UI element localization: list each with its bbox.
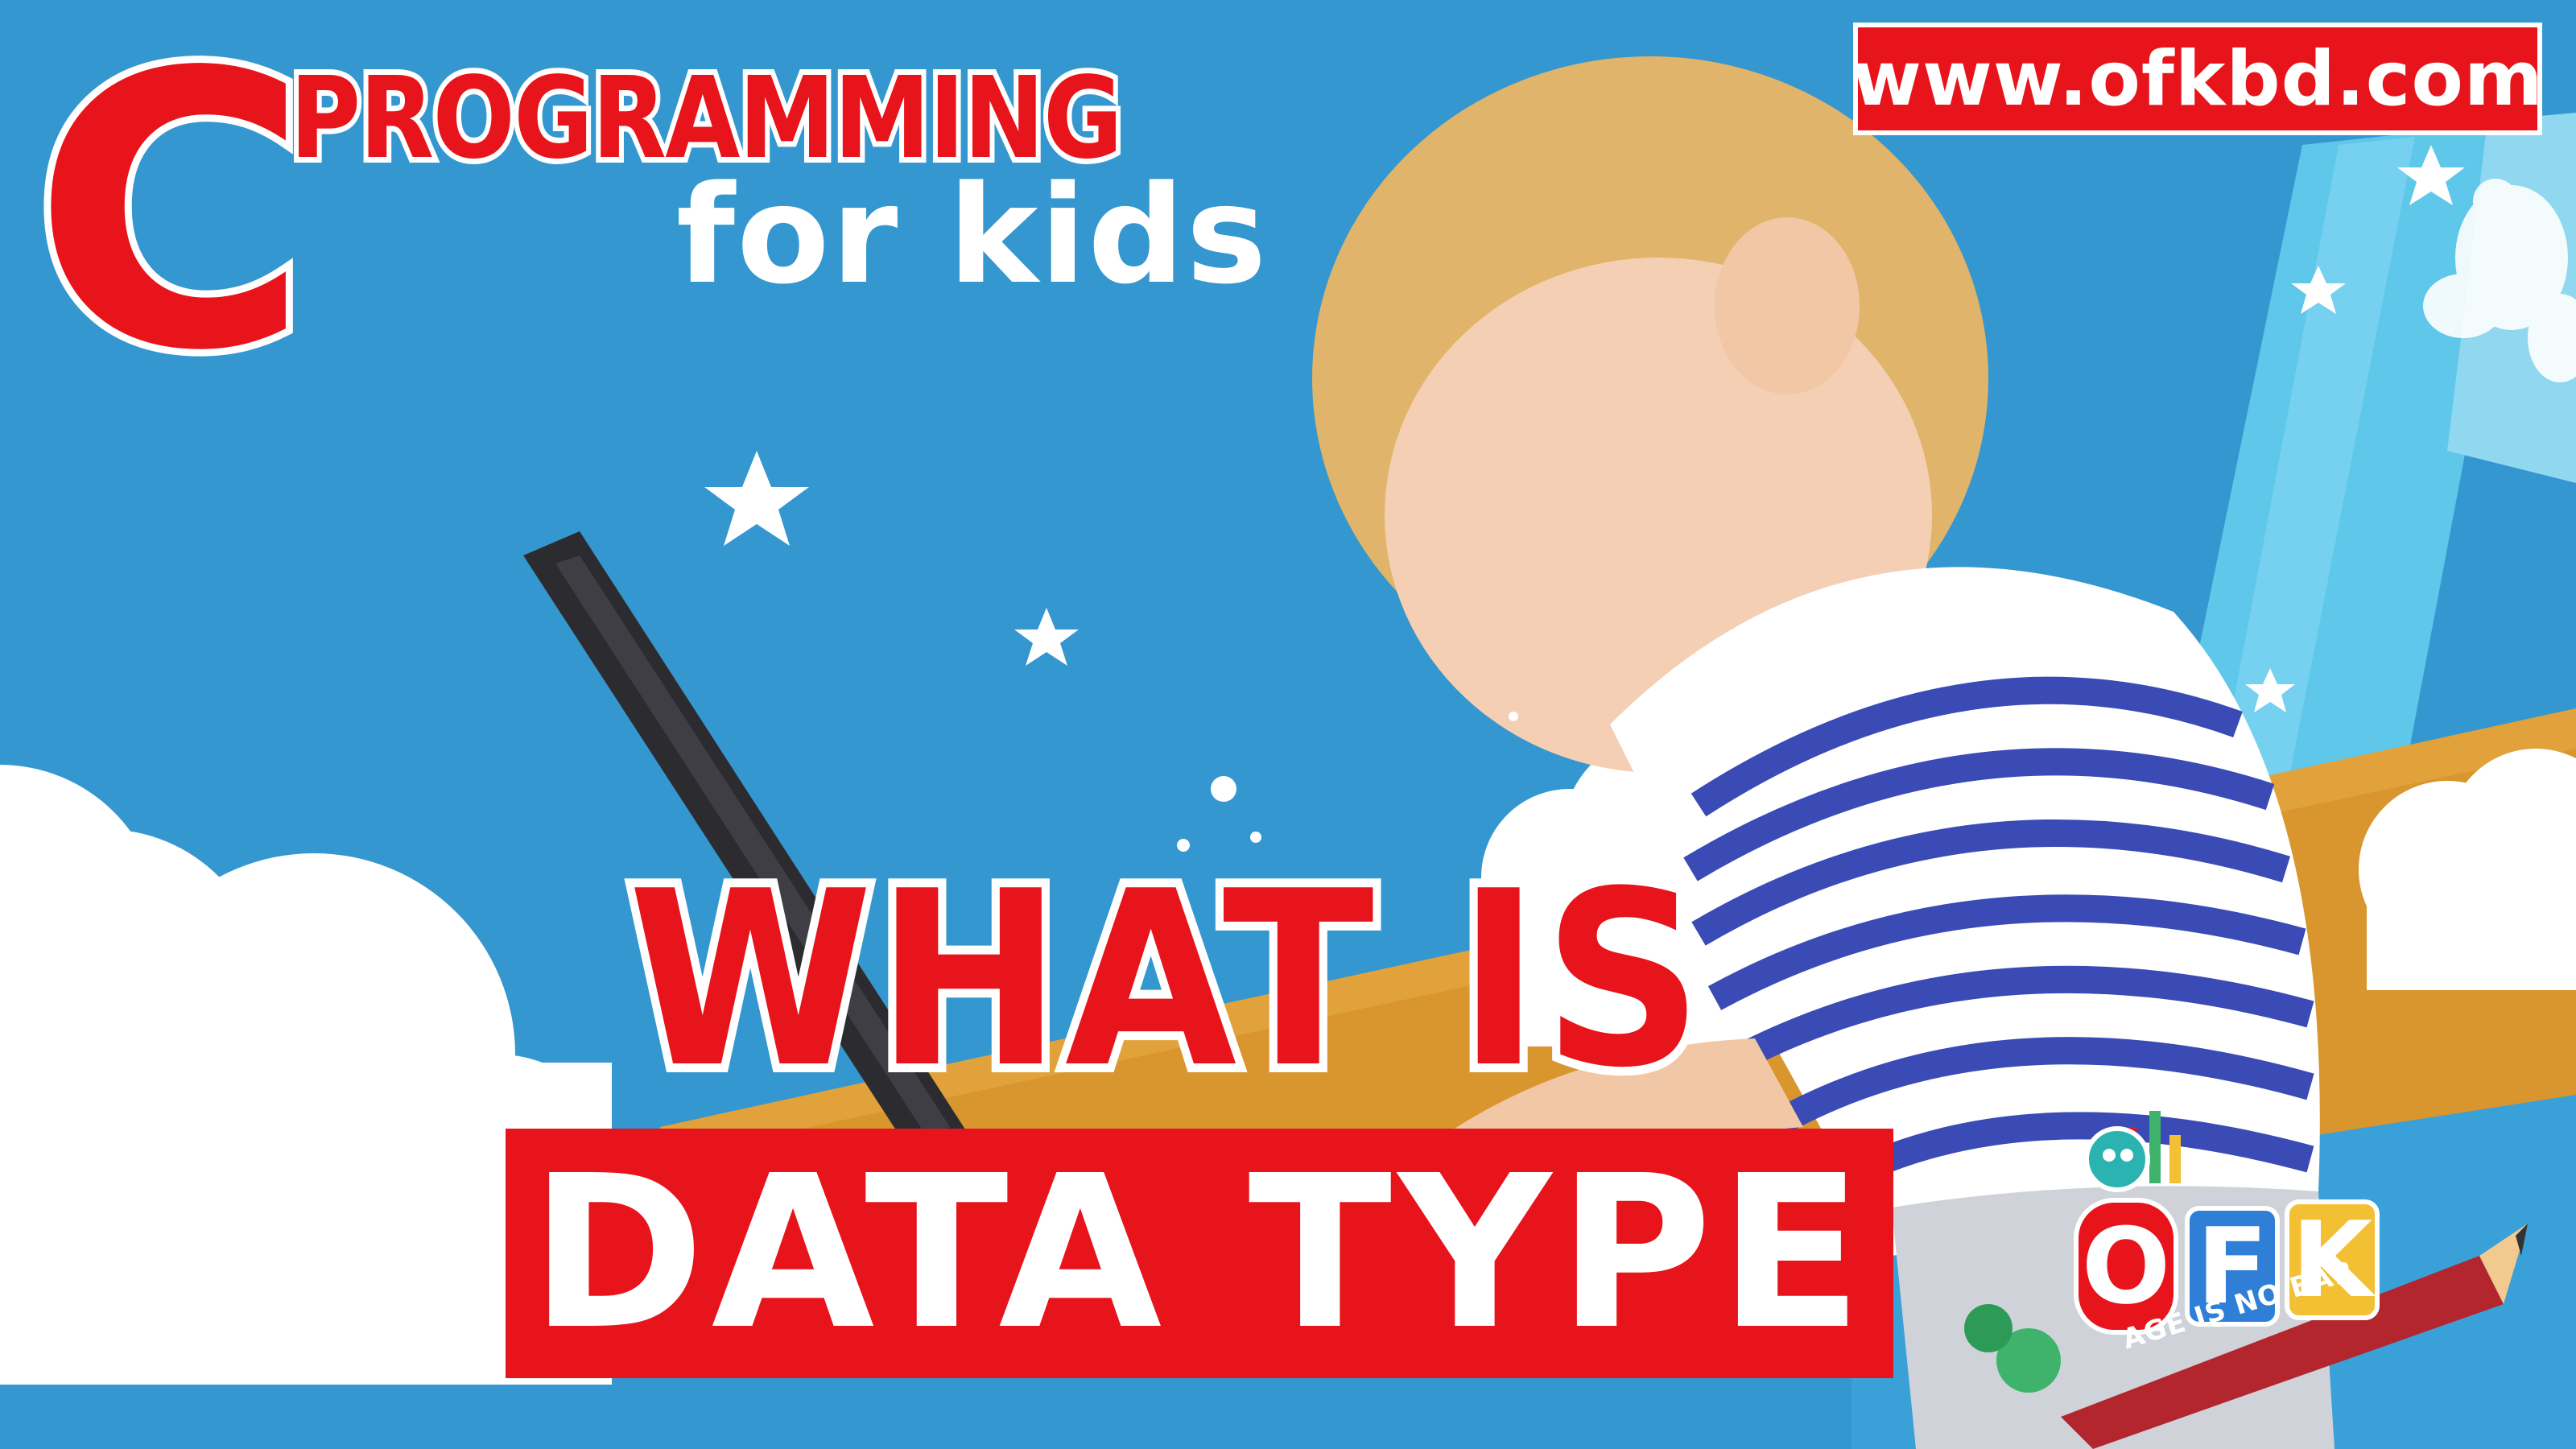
thumbnail-canvas: www.ofkbd.com C PROGRAMMING for kids WHA… <box>0 0 2576 1449</box>
title-for-kids: for kids <box>676 156 1269 314</box>
website-url[interactable]: www.ofkbd.com <box>1852 35 2544 123</box>
website-badge[interactable]: www.ofkbd.com <box>1852 23 2544 135</box>
headline-what-is: WHAT IS <box>620 840 1711 1121</box>
headline-banner: DATA TYPE <box>506 1129 1893 1378</box>
headline-data-type: DATA TYPE <box>530 1130 1869 1376</box>
title-letter-c: C <box>25 0 317 433</box>
